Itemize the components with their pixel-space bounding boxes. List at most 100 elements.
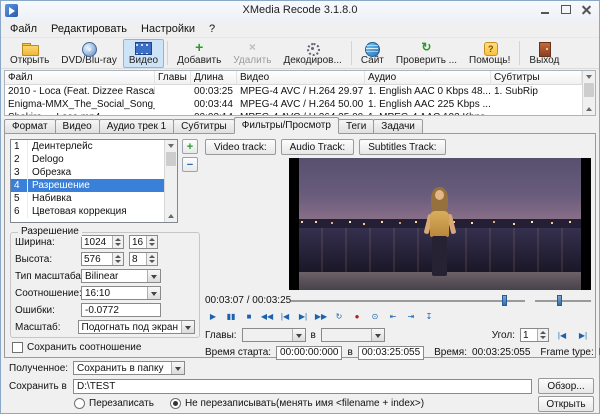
video-preview[interactable] <box>289 158 591 290</box>
fast-rewind-button[interactable]: ◀◀ <box>259 309 275 323</box>
exit-button[interactable]: Выход <box>523 39 565 68</box>
width-step-value[interactable]: 16 <box>130 236 146 248</box>
width-step-stepper[interactable]: 16 <box>129 235 158 249</box>
height-step-stepper[interactable]: 8 <box>129 252 158 266</box>
file-row[interactable]: Shakira_-_Loca.mp4 00:03:14 MPEG-4 AVC /… <box>5 111 582 115</box>
output-mode-select[interactable]: Сохранить в папку <box>73 361 185 375</box>
scrollbar-thumb[interactable] <box>166 152 176 166</box>
filter-list-scrollbar[interactable] <box>164 140 177 222</box>
radio-icon[interactable] <box>74 398 85 409</box>
width-stepper[interactable]: 1024 <box>81 235 124 249</box>
height-step-value[interactable]: 8 <box>130 253 146 265</box>
filter-item-color-correction[interactable]: 6 Цветовая коррекция <box>11 205 164 218</box>
tab-tags[interactable]: Теги <box>337 119 375 134</box>
record-button[interactable]: ● <box>349 309 365 323</box>
remove-filter-button[interactable]: − <box>182 157 198 172</box>
fast-forward-button[interactable]: ▶▶ <box>313 309 329 323</box>
volume-slider[interactable] <box>535 294 591 307</box>
filter-item-delogo[interactable]: 2 Delogo <box>11 153 164 166</box>
encode-button[interactable]: Декодиров... <box>277 39 347 68</box>
filter-item-crop[interactable]: 3 Обрезка <box>11 166 164 179</box>
close-button[interactable] <box>576 2 597 17</box>
filter-item-padding[interactable]: 5 Набивка <box>11 192 164 205</box>
next-frame-button[interactable]: ▶| <box>295 309 311 323</box>
volume-track[interactable] <box>535 300 591 302</box>
chevron-down-icon[interactable] <box>370 329 384 341</box>
chevron-down-icon[interactable] <box>291 329 305 341</box>
menu-edit[interactable]: Редактировать <box>44 22 134 36</box>
chevron-down-icon[interactable] <box>171 362 184 374</box>
stop-button[interactable]: ■ <box>241 309 257 323</box>
end-time-field[interactable]: 00:03:25:055 <box>357 345 425 360</box>
col-header-video[interactable]: Видео <box>237 71 365 84</box>
menu-settings[interactable]: Настройки <box>134 22 202 36</box>
scale-type-select[interactable]: Bilinear <box>81 269 161 283</box>
no-overwrite-radio[interactable]: Не перезаписывать(менять имя <filename +… <box>169 398 424 409</box>
col-header-subtitles[interactable]: Субтитры <box>491 71 582 84</box>
previous-frame-button[interactable]: |◀ <box>277 309 293 323</box>
set-end-button[interactable]: ⇥ <box>403 309 419 323</box>
audio-track-button[interactable]: Audio Track: <box>280 139 355 155</box>
website-button[interactable]: Сайт <box>355 39 390 68</box>
checkbox-icon[interactable] <box>12 342 23 353</box>
file-row[interactable]: 2010 - Loca (Feat. Dizzee Rascal).mkv 00… <box>5 85 582 98</box>
menu-help[interactable]: ? <box>202 22 222 36</box>
time-button[interactable]: ⊙ <box>367 309 383 323</box>
previous-chapter-button[interactable]: |◀ <box>554 328 570 342</box>
open-button[interactable]: Открыть <box>4 39 55 68</box>
spin-down-icon[interactable] <box>113 242 123 248</box>
spin-down-icon[interactable] <box>147 259 157 265</box>
chevron-down-icon[interactable] <box>147 287 160 299</box>
tab-format[interactable]: Формат <box>4 119 56 134</box>
col-header-audio[interactable]: Аудио <box>365 71 491 84</box>
chapter-start-select[interactable] <box>241 328 306 342</box>
tab-filters-preview[interactable]: Фильтры/Просмотр <box>233 117 339 134</box>
seek-slider[interactable] <box>291 294 525 307</box>
open-output-button[interactable]: Открыть <box>538 396 594 412</box>
add-button[interactable]: + Добавить <box>171 39 227 68</box>
height-stepper[interactable]: 576 <box>81 252 124 266</box>
seek-handle[interactable] <box>501 295 507 306</box>
filter-item-resolution[interactable]: 4 Разрешение <box>11 179 164 192</box>
chevron-down-icon[interactable] <box>147 270 160 282</box>
zoom-mode-select[interactable]: Подогнать под экран <box>77 320 195 334</box>
tab-video[interactable]: Видео <box>54 119 100 134</box>
radio-selected-icon[interactable] <box>169 398 181 409</box>
seek-track[interactable] <box>291 300 525 302</box>
filter-item-deinterlace[interactable]: 1 Деинтерлейс <box>11 140 164 153</box>
browse-button[interactable]: Обзор... <box>538 378 594 394</box>
save-frame-button[interactable]: ↧ <box>421 309 437 323</box>
keep-aspect-checkbox[interactable]: Сохранить соотношение <box>12 342 141 353</box>
menu-file[interactable]: Файл <box>3 22 44 36</box>
dvd-bluray-button[interactable]: DVD/Blu-ray <box>55 39 123 68</box>
aspect-ratio-select[interactable]: 16:10 <box>81 286 161 300</box>
pause-button[interactable]: ▮▮ <box>223 309 239 323</box>
scrollbar-thumb[interactable] <box>584 83 594 97</box>
angle-stepper[interactable]: 1 <box>520 328 549 342</box>
save-path-field[interactable]: D:\TEST <box>73 379 532 394</box>
col-header-file[interactable]: Файл <box>5 71 155 84</box>
spin-down-icon[interactable] <box>147 242 157 248</box>
video-button[interactable]: Видео <box>122 38 165 68</box>
tab-subtitles[interactable]: Субтитры <box>173 119 235 134</box>
volume-handle[interactable] <box>557 295 563 306</box>
error-field[interactable]: -0.0772 <box>81 303 161 317</box>
video-track-button[interactable]: Video track: <box>205 139 276 155</box>
width-value[interactable]: 1024 <box>82 236 112 248</box>
col-header-chapters[interactable]: Главы <box>155 71 191 84</box>
chapter-end-select[interactable] <box>320 328 385 342</box>
chevron-down-icon[interactable] <box>181 321 194 333</box>
check-update-button[interactable]: ↻ Проверить ... <box>390 39 463 68</box>
maximize-button[interactable] <box>555 2 576 17</box>
start-time-field[interactable]: 00:00:00:000 <box>276 345 343 360</box>
file-list-scrollbar[interactable] <box>582 71 595 115</box>
minimize-button[interactable] <box>534 2 555 17</box>
loop-button[interactable]: ↻ <box>331 309 347 323</box>
help-button[interactable]: Помощь! <box>463 39 516 68</box>
angle-value[interactable]: 1 <box>521 329 537 341</box>
tab-jobs[interactable]: Задачи <box>373 119 423 134</box>
spin-down-icon[interactable] <box>113 259 123 265</box>
height-value[interactable]: 576 <box>82 253 112 265</box>
spin-down-icon[interactable] <box>538 335 548 341</box>
add-filter-button[interactable]: + <box>182 139 198 154</box>
